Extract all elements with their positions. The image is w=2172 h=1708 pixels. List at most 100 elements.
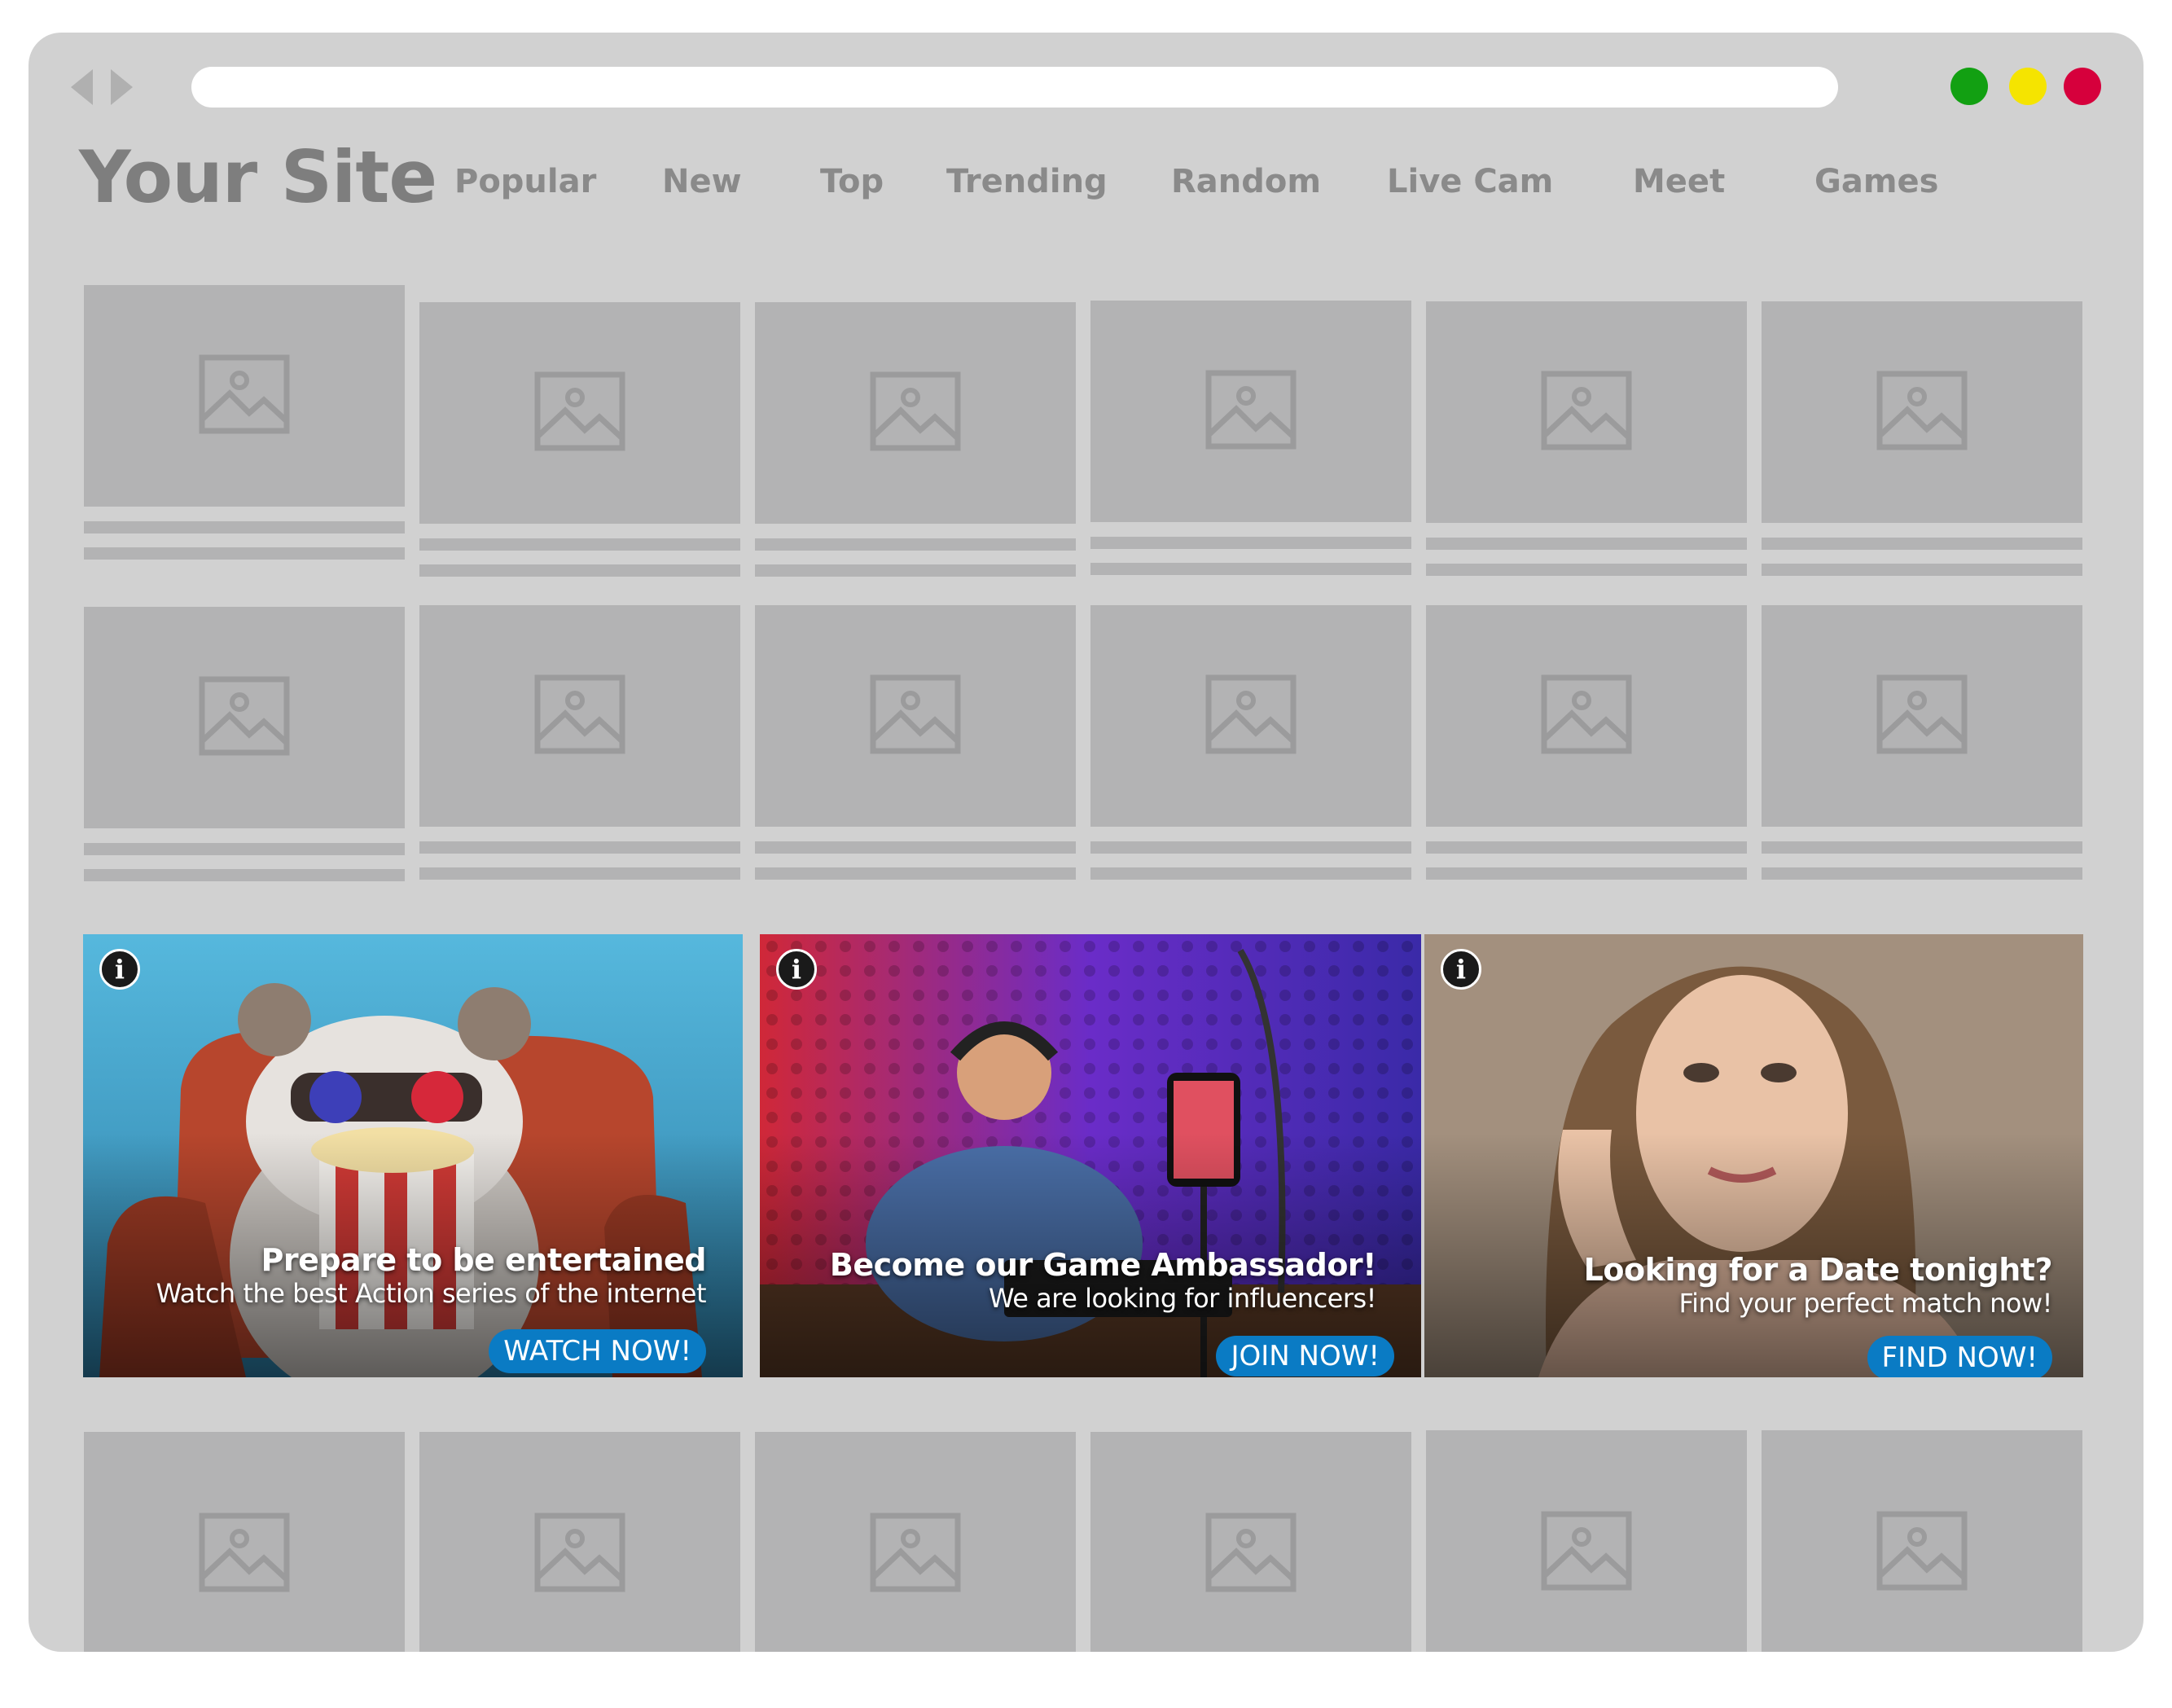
ad-banner-dating[interactable]: i Looking for a Date tonight? Find your … (1424, 934, 2083, 1377)
content-thumbnail[interactable] (755, 1432, 1076, 1652)
image-placeholder-icon (1541, 674, 1632, 758)
find-now-button[interactable]: FIND NOW! (1867, 1336, 2052, 1377)
info-icon[interactable]: i (99, 949, 140, 990)
content-title-placeholder (419, 841, 740, 854)
watch-now-button[interactable]: WATCH NOW! (489, 1329, 706, 1373)
content-title-placeholder (755, 538, 1076, 551)
image-placeholder-icon (1205, 370, 1297, 454)
content-meta-placeholder (1426, 867, 1747, 880)
ad-headline: Become our Game Ambassador! (829, 1247, 1377, 1283)
menu-item-new[interactable]: New (662, 165, 742, 198)
content-card[interactable] (1426, 301, 1747, 576)
content-thumbnail[interactable] (755, 302, 1076, 524)
content-card[interactable] (84, 285, 405, 560)
image-placeholder-icon (870, 1513, 961, 1596)
image-placeholder-icon (1876, 674, 1968, 758)
content-meta-placeholder (1090, 563, 1411, 575)
window-control-yellow[interactable] (2009, 68, 2047, 105)
content-thumbnail[interactable] (1762, 301, 2082, 523)
menu-item-live-cam[interactable]: Live Cam (1387, 165, 1553, 198)
content-title-placeholder (1762, 538, 2082, 550)
content-card[interactable] (84, 1432, 405, 1652)
content-card[interactable] (84, 607, 405, 881)
content-title-placeholder (419, 538, 740, 551)
content-thumbnail[interactable] (1090, 301, 1411, 522)
image-placeholder-icon (870, 371, 961, 455)
content-meta-placeholder (1762, 867, 2082, 880)
content-thumbnail[interactable] (84, 1432, 405, 1652)
content-card[interactable] (755, 605, 1076, 880)
content-thumbnail[interactable] (1762, 1430, 2082, 1652)
content-thumbnail[interactable] (84, 607, 405, 828)
menu-item-top[interactable]: Top (820, 165, 884, 198)
ad-banner-game-ambassador[interactable]: i Become our Game Ambassador! We are loo… (760, 934, 1421, 1377)
content-title-placeholder (1426, 538, 1747, 550)
content-card[interactable] (1762, 1430, 2082, 1652)
back-arrow-icon[interactable] (71, 69, 93, 105)
content-thumbnail[interactable] (1762, 605, 2082, 827)
content-title-placeholder (755, 841, 1076, 854)
content-meta-placeholder (1762, 564, 2082, 576)
image-placeholder-icon (870, 674, 961, 758)
content-thumbnail[interactable] (84, 285, 405, 507)
ad-banner-entertainment[interactable]: i Prepare to be entertained Watch the be… (83, 934, 743, 1377)
content-thumbnail[interactable] (1426, 301, 1747, 523)
address-bar[interactable] (191, 67, 1838, 108)
content-meta-placeholder (755, 564, 1076, 577)
image-placeholder-icon (1205, 1513, 1297, 1596)
content-thumbnail[interactable] (1426, 605, 1747, 827)
image-placeholder-icon (1876, 1511, 1968, 1595)
content-card[interactable] (1426, 1430, 1747, 1652)
menu-item-trending[interactable]: Trending (946, 165, 1108, 198)
content-thumbnail[interactable] (419, 1432, 740, 1652)
content-meta-placeholder (84, 869, 405, 881)
content-meta-placeholder (84, 547, 405, 560)
image-placeholder-icon (534, 674, 625, 758)
content-meta-placeholder (1090, 867, 1411, 880)
image-placeholder-icon (199, 354, 290, 438)
image-placeholder-icon (1541, 1511, 1632, 1595)
content-thumbnail[interactable] (1426, 1430, 1747, 1652)
site-title[interactable]: Your Site (79, 142, 437, 213)
content-card[interactable] (755, 302, 1076, 577)
content-card[interactable] (1762, 605, 2082, 880)
content-meta-placeholder (1426, 564, 1747, 576)
join-now-button[interactable]: JOIN NOW! (1216, 1336, 1394, 1376)
forward-arrow-icon[interactable] (111, 69, 133, 105)
window-control-green[interactable] (1950, 68, 1988, 105)
content-card[interactable] (755, 1432, 1076, 1652)
content-thumbnail[interactable] (419, 302, 740, 524)
image-placeholder-icon (534, 371, 625, 455)
content-thumbnail[interactable] (1090, 605, 1411, 827)
content-card[interactable] (419, 1432, 740, 1652)
content-card[interactable] (1090, 1432, 1411, 1652)
info-icon[interactable]: i (1441, 949, 1481, 990)
content-thumbnail[interactable] (755, 605, 1076, 827)
ad-subline: Watch the best Action series of the inte… (156, 1278, 707, 1309)
content-card[interactable] (1762, 301, 2082, 576)
content-thumbnail[interactable] (419, 605, 740, 827)
image-placeholder-icon (199, 676, 290, 760)
content-card[interactable] (419, 605, 740, 880)
content-card[interactable] (1090, 301, 1411, 575)
menu-item-games[interactable]: Games (1814, 165, 1938, 198)
image-placeholder-icon (1205, 674, 1297, 758)
ad-headline: Looking for a Date tonight? (1583, 1252, 2053, 1288)
image-placeholder-icon (1541, 371, 1632, 454)
image-placeholder-icon (199, 1513, 290, 1596)
menu-item-random[interactable]: Random (1171, 165, 1321, 198)
content-meta-placeholder (419, 867, 740, 880)
content-card[interactable] (419, 302, 740, 577)
content-title-placeholder (84, 843, 405, 855)
content-meta-placeholder (419, 564, 740, 577)
window-control-red[interactable] (2064, 68, 2101, 105)
content-title-placeholder (1426, 841, 1747, 854)
content-card[interactable] (1090, 605, 1411, 880)
content-card[interactable] (1426, 605, 1747, 880)
ad-headline: Prepare to be entertained (261, 1242, 706, 1278)
info-icon[interactable]: i (776, 949, 817, 990)
menu-item-meet[interactable]: Meet (1633, 165, 1725, 198)
content-thumbnail[interactable] (1090, 1432, 1411, 1652)
image-placeholder-icon (534, 1513, 625, 1596)
menu-item-popular[interactable]: Popular (454, 165, 596, 198)
